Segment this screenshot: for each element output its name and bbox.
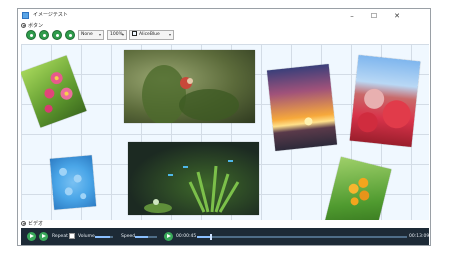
collapse-chevron-icon[interactable]	[21, 23, 26, 28]
video-section-label: ビデオ	[28, 221, 44, 227]
volume-label: Volume	[78, 234, 95, 239]
stretch-dropdown[interactable]: None ▾	[78, 30, 104, 40]
video-section-header[interactable]: ビデオ	[21, 220, 430, 228]
red-flowering-tree-photo[interactable]	[349, 54, 421, 148]
chevron-down-icon: ▾	[121, 32, 124, 37]
minimize-button[interactable]: –	[341, 10, 363, 22]
close-button[interactable]: ✕	[386, 10, 408, 22]
maximize-button[interactable]: ☐	[363, 10, 385, 22]
video-player-bar: Repeat Volume Speed 00:00:45 00:13:09	[21, 228, 429, 245]
stretch-value: None	[81, 32, 93, 37]
speed-label: Speed	[121, 234, 136, 239]
bird-in-plants-photo[interactable]	[124, 50, 255, 123]
aquarium-photo[interactable]	[128, 142, 259, 215]
chevron-down-icon: ▾	[168, 32, 171, 37]
circle-button-1[interactable]	[26, 30, 36, 40]
pink-flowers-photo[interactable]	[21, 55, 87, 128]
total-time: 00:13:09	[409, 234, 430, 239]
speed-slider[interactable]	[135, 236, 157, 238]
app-icon	[22, 12, 29, 19]
circle-button-4[interactable]	[65, 30, 75, 40]
speed-fill	[135, 236, 149, 238]
volume-fill	[95, 236, 111, 238]
repeat-label: Repeat	[52, 234, 68, 239]
current-time: 00:00:45	[176, 234, 197, 239]
app-window: イメージテスト – ☐ ✕ ボタン None ▾ 100% ▾ AliceBlu…	[17, 8, 431, 246]
sunset-photo[interactable]	[266, 63, 338, 152]
play-button[interactable]	[27, 232, 36, 241]
background-color-value: AliceBlue	[139, 32, 160, 37]
stop-button[interactable]	[39, 232, 48, 241]
collapse-chevron-icon[interactable]	[21, 221, 26, 226]
circle-button-2[interactable]	[39, 30, 49, 40]
orange-flowers-photo[interactable]	[324, 156, 392, 220]
volume-slider[interactable]	[95, 236, 113, 238]
background-color-dropdown[interactable]: AliceBlue ▾	[129, 30, 174, 40]
seek-bar[interactable]	[197, 234, 407, 240]
window-title: イメージテスト	[33, 12, 68, 18]
zoom-value: 100%	[110, 32, 123, 37]
blue-hydrangea-photo[interactable]	[49, 155, 97, 210]
media-button[interactable]	[164, 232, 173, 241]
circle-button-3[interactable]	[52, 30, 62, 40]
color-swatch	[132, 31, 137, 36]
seek-thumb[interactable]	[209, 234, 212, 240]
zoom-dropdown[interactable]: 100% ▾	[107, 30, 127, 40]
title-bar[interactable]: イメージテスト – ☐ ✕	[18, 9, 430, 23]
chevron-down-icon: ▾	[98, 32, 101, 37]
repeat-checkbox[interactable]	[69, 233, 75, 239]
image-canvas[interactable]	[21, 44, 429, 220]
seek-progress	[197, 236, 210, 238]
image-toolbar: None ▾ 100% ▾ AliceBlue ▾	[21, 29, 429, 43]
